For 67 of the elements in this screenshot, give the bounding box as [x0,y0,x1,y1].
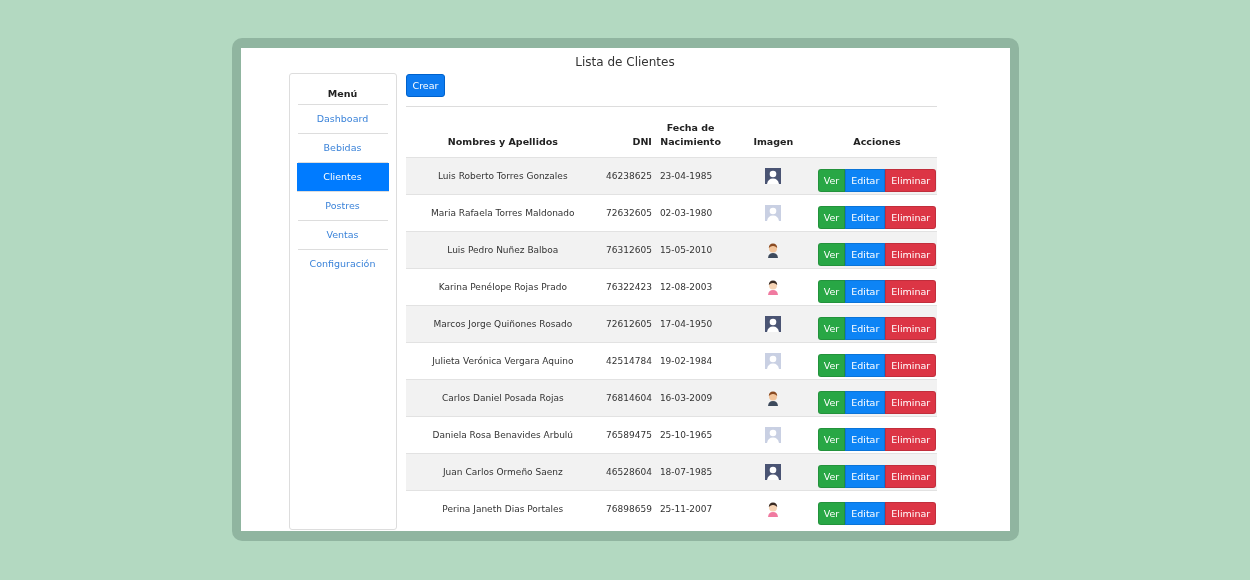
table-cell: 17-04-1950 [651,305,730,343]
table-cell: 46528604 [600,453,652,491]
create-button[interactable]: Crear [405,74,446,97]
action-button[interactable]: Editar [845,501,886,525]
table-cell: Luis Roberto Torres Gonzales [405,157,601,195]
action-button[interactable]: Ver [817,316,846,340]
action-button[interactable]: Editar [845,316,886,340]
action-button[interactable]: Ver [817,427,846,451]
page-title: Lista de Clientes [574,54,676,71]
action-button[interactable]: Eliminar [885,279,937,303]
action-button[interactable]: Editar [845,464,886,488]
action-button[interactable]: Eliminar [885,205,937,229]
action-button[interactable]: Editar [845,427,886,451]
action-button[interactable]: Ver [817,242,846,266]
action-button[interactable]: Eliminar [885,353,937,377]
action-button[interactable]: Eliminar [885,464,937,488]
table-cell: 18-07-1985 [651,453,730,491]
table-cell: 23-04-1985 [651,157,730,195]
avatar-icon [765,427,782,443]
action-button[interactable]: Editar [845,353,886,377]
avatar-icon [765,168,782,184]
action-button[interactable]: Ver [817,390,846,414]
action-button[interactable]: Eliminar [885,168,937,192]
avatar-icon [765,316,782,332]
action-button[interactable]: Eliminar [885,427,937,451]
action-button[interactable]: Ver [817,464,846,488]
table-cell: Luis Pedro Nuñez Balboa [405,231,601,269]
column-header: Fecha de Nacimiento [651,106,730,158]
sidebar-item[interactable]: Clientes [296,163,389,192]
column-header: Imagen [729,106,818,158]
sidebar-item[interactable]: Ventas [297,221,388,250]
table-cell: Perina Janeth Dias Portales [405,490,601,527]
avatar-icon [765,205,782,221]
avatar-icon [765,464,782,480]
table-cell: 72612605 [600,305,652,343]
menu-heading: Menú [297,74,388,105]
table-cell: 76312605 [600,231,652,269]
action-button[interactable]: Editar [845,242,886,266]
action-button[interactable]: Ver [817,279,846,303]
table-cell: 76814604 [600,379,652,417]
sidebar-item[interactable]: Postres [297,192,388,221]
action-button[interactable]: Editar [845,205,886,229]
table-cell: 16-03-2009 [651,379,730,417]
sidebar-item[interactable]: Dashboard [297,105,388,134]
table-cell: 76898659 [600,490,652,527]
action-button[interactable]: Editar [845,168,886,192]
avatar-icon [765,353,782,369]
column-header: DNI [600,106,652,158]
sidebar-item[interactable]: Configuración [297,250,388,278]
table-cell: 15-05-2010 [651,231,730,269]
column-header: Nombres y Apellidos [405,106,601,158]
table-cell: Carlos Daniel Posada Rojas [405,379,601,417]
action-button[interactable]: Editar [845,390,886,414]
table-cell: 25-11-2007 [651,490,730,527]
action-button[interactable]: Editar [845,279,886,303]
action-button[interactable]: Eliminar [885,316,937,340]
action-button[interactable]: Eliminar [885,242,937,266]
table-cell: Juan Carlos Ormeño Saenz [405,453,601,491]
action-button[interactable]: Eliminar [885,501,937,525]
table-cell: 46238625 [600,157,652,195]
column-header: Acciones [817,106,937,158]
action-button[interactable]: Ver [817,501,846,525]
action-button[interactable]: Ver [817,205,846,229]
action-button[interactable]: Ver [817,168,846,192]
action-button[interactable]: Ver [817,353,846,377]
table-cell: Marcos Jorge Quiñones Rosado [405,305,601,343]
action-button[interactable]: Eliminar [885,390,937,414]
